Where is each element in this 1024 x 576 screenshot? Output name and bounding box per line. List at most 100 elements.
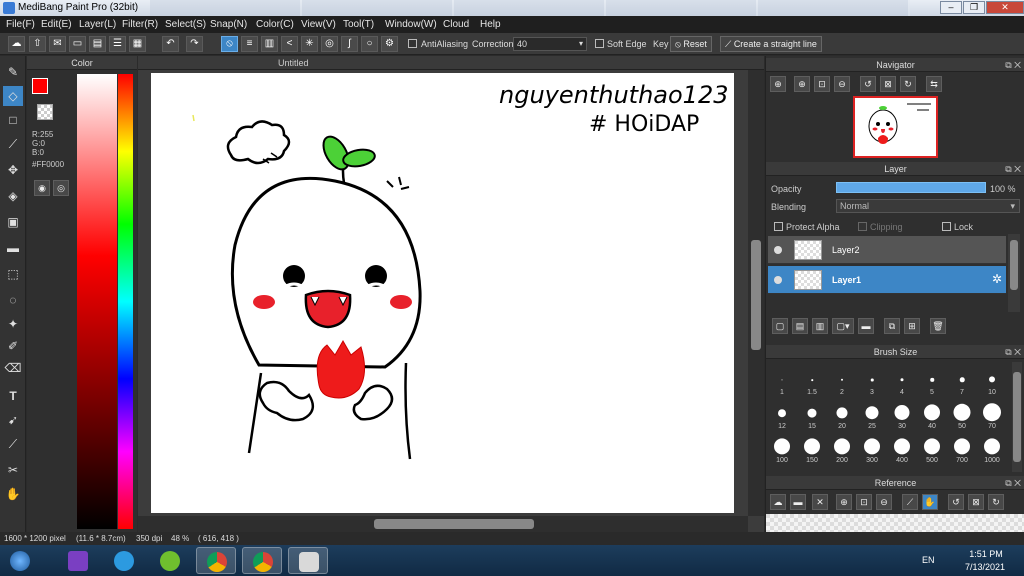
radial-line-icon[interactable]: ✳	[301, 36, 318, 52]
minimize-button[interactable]: –	[940, 1, 962, 14]
fit-window-icon[interactable]: ⊠	[880, 76, 896, 92]
merge-layer-icon[interactable]: ⊞	[904, 318, 920, 334]
layers-scrollbar[interactable]	[1008, 234, 1020, 312]
canvas-horizontal-scrollbar[interactable]	[138, 516, 748, 532]
brush-size-option[interactable]: 3	[858, 366, 886, 396]
menu-window[interactable]: Window(W)	[385, 19, 437, 30]
brush-size-option[interactable]: 20	[828, 400, 856, 430]
tray-date[interactable]: 7/13/2021	[960, 562, 1010, 572]
reference-eyedropper-icon[interactable]: ⟋	[902, 494, 918, 510]
curve-snap-icon[interactable]: ∫	[341, 36, 358, 52]
line-tool-icon[interactable]: ⟋	[3, 134, 23, 154]
opacity-slider[interactable]	[836, 182, 986, 193]
gradient-tool-icon[interactable]: ▬	[3, 238, 23, 258]
palette-icon[interactable]: ◉	[34, 180, 50, 196]
layer-close-icon[interactable]: ⧉ ✕	[1005, 162, 1021, 176]
background-color-swatch[interactable]	[37, 104, 53, 120]
drawing-canvas[interactable]: nguyenthuthao123 # HOiDAP	[151, 73, 734, 513]
layer-row-layer2[interactable]: Layer2	[768, 236, 1006, 264]
antialiasing-checkbox[interactable]	[408, 39, 417, 48]
eyedropper-icon[interactable]: ⟋	[3, 434, 23, 454]
reset-button[interactable]: ⦸ Reset	[670, 36, 712, 52]
taskbar-coccoc[interactable]	[150, 547, 190, 574]
soft-edge-checkbox[interactable]	[595, 39, 604, 48]
horizontal-scroll-thumb[interactable]	[374, 519, 534, 529]
reference-close-image-icon[interactable]: ✕	[812, 494, 828, 510]
color-hue-slider[interactable]	[118, 74, 133, 529]
menu-edit[interactable]: Edit(E)	[41, 19, 72, 30]
taskbar-chrome-2[interactable]	[242, 547, 282, 574]
brush-size-option[interactable]: 2	[828, 366, 856, 396]
brush-size-option[interactable]: 300	[858, 434, 886, 464]
rectangle-tool-icon[interactable]: □	[3, 110, 23, 130]
reference-zoom-in-icon[interactable]: ⊕	[836, 494, 852, 510]
menu-file[interactable]: File(F)	[6, 19, 35, 30]
menu-select[interactable]: Select(S)	[165, 19, 206, 30]
tray-language[interactable]: EN	[922, 555, 935, 565]
move-tool-icon[interactable]: ✥	[3, 160, 23, 180]
menu-snap[interactable]: Snap(N)	[210, 19, 247, 30]
select-pen-icon[interactable]: ✐	[3, 336, 23, 356]
brush-size-option[interactable]: 4	[888, 366, 916, 396]
reference-cloud-icon[interactable]: ☁	[770, 494, 786, 510]
zoom-fit-icon[interactable]: ⊕	[770, 76, 786, 92]
gear-icon[interactable]: ✲	[992, 272, 1002, 286]
select-tool-icon[interactable]: ⬚	[3, 264, 23, 284]
brush-size-option[interactable]: 100	[768, 434, 796, 464]
zoom-in-icon[interactable]: ⊕	[794, 76, 810, 92]
color-settings-icon[interactable]: ◎	[53, 180, 69, 196]
cloud-icon[interactable]: ☁	[8, 36, 25, 52]
menu-view[interactable]: View(V)	[301, 19, 336, 30]
rotate-right-icon[interactable]: ↻	[900, 76, 916, 92]
circle-snap-icon[interactable]: ◎	[321, 36, 338, 52]
flip-icon[interactable]: ⇆	[926, 76, 942, 92]
trash-icon[interactable]: 🗑	[930, 318, 946, 334]
lock-checkbox[interactable]	[942, 222, 951, 231]
brush-size-option[interactable]: 12	[768, 400, 796, 430]
document-icon[interactable]: ▤	[89, 36, 106, 52]
document-tab[interactable]: Untitled	[138, 56, 764, 70]
close-button[interactable]: ✕	[986, 1, 1024, 14]
snap-off-icon[interactable]: ⦸	[221, 36, 238, 52]
lasso-tool-icon[interactable]: ◌	[3, 290, 23, 310]
taskbar-chrome[interactable]	[196, 547, 236, 574]
canvas-vertical-scrollbar[interactable]	[748, 70, 764, 516]
divide-tool-icon[interactable]: ✂	[3, 460, 23, 480]
undo-icon[interactable]: ↶	[162, 36, 179, 52]
rotate-left-icon[interactable]: ↺	[860, 76, 876, 92]
new-halftone-layer-icon[interactable]: ▤	[792, 318, 808, 334]
menu-filter[interactable]: Filter(R)	[122, 19, 158, 30]
brush-size-close-icon[interactable]: ⧉ ✕	[1005, 345, 1021, 359]
brush-size-scrollbar[interactable]	[1012, 362, 1022, 472]
add-layer-dropdown-icon[interactable]: ▢▾	[832, 318, 854, 334]
blending-select[interactable]: Normal	[836, 199, 1020, 213]
brush-size-option[interactable]: 500	[918, 434, 946, 464]
hand-tool-icon[interactable]: ✋	[3, 484, 23, 504]
brush-size-option[interactable]: 1000	[978, 434, 1006, 464]
brush-size-option[interactable]: 700	[948, 434, 976, 464]
snap-settings-icon[interactable]: ⚙	[381, 36, 398, 52]
menu-help[interactable]: Help	[480, 19, 501, 30]
new-8bit-layer-icon[interactable]: ▥	[812, 318, 828, 334]
comment-icon[interactable]: ▭	[69, 36, 86, 52]
brush-size-option[interactable]: 7	[948, 366, 976, 396]
layers-scroll-thumb[interactable]	[1010, 240, 1018, 290]
brush-size-option[interactable]: 10	[978, 366, 1006, 396]
tray-time[interactable]: 1:51 PM	[966, 549, 1006, 559]
brush-size-option[interactable]: 150	[798, 434, 826, 464]
reference-hand-icon[interactable]: ✋	[922, 494, 938, 510]
reference-close-icon[interactable]: ⧉ ✕	[1005, 476, 1021, 490]
grid-snap-icon[interactable]: ▥	[261, 36, 278, 52]
bucket-tool-icon[interactable]: ▣	[3, 212, 23, 232]
brush-size-option[interactable]: 1.5	[798, 366, 826, 396]
brush-size-scroll-thumb[interactable]	[1013, 372, 1021, 462]
chat-icon[interactable]: ✉	[49, 36, 66, 52]
menu-color[interactable]: Color(C)	[256, 19, 294, 30]
taskbar-medibang[interactable]	[288, 547, 328, 574]
straight-line-button[interactable]: ⟋ Create a straight line	[720, 36, 822, 52]
vertical-scroll-thumb[interactable]	[751, 240, 761, 350]
grid-icon[interactable]: ▦	[129, 36, 146, 52]
menu-layer[interactable]: Layer(L)	[79, 19, 116, 30]
upload-icon[interactable]: ⇧	[29, 36, 46, 52]
taskbar-internet-explorer[interactable]	[104, 547, 144, 574]
